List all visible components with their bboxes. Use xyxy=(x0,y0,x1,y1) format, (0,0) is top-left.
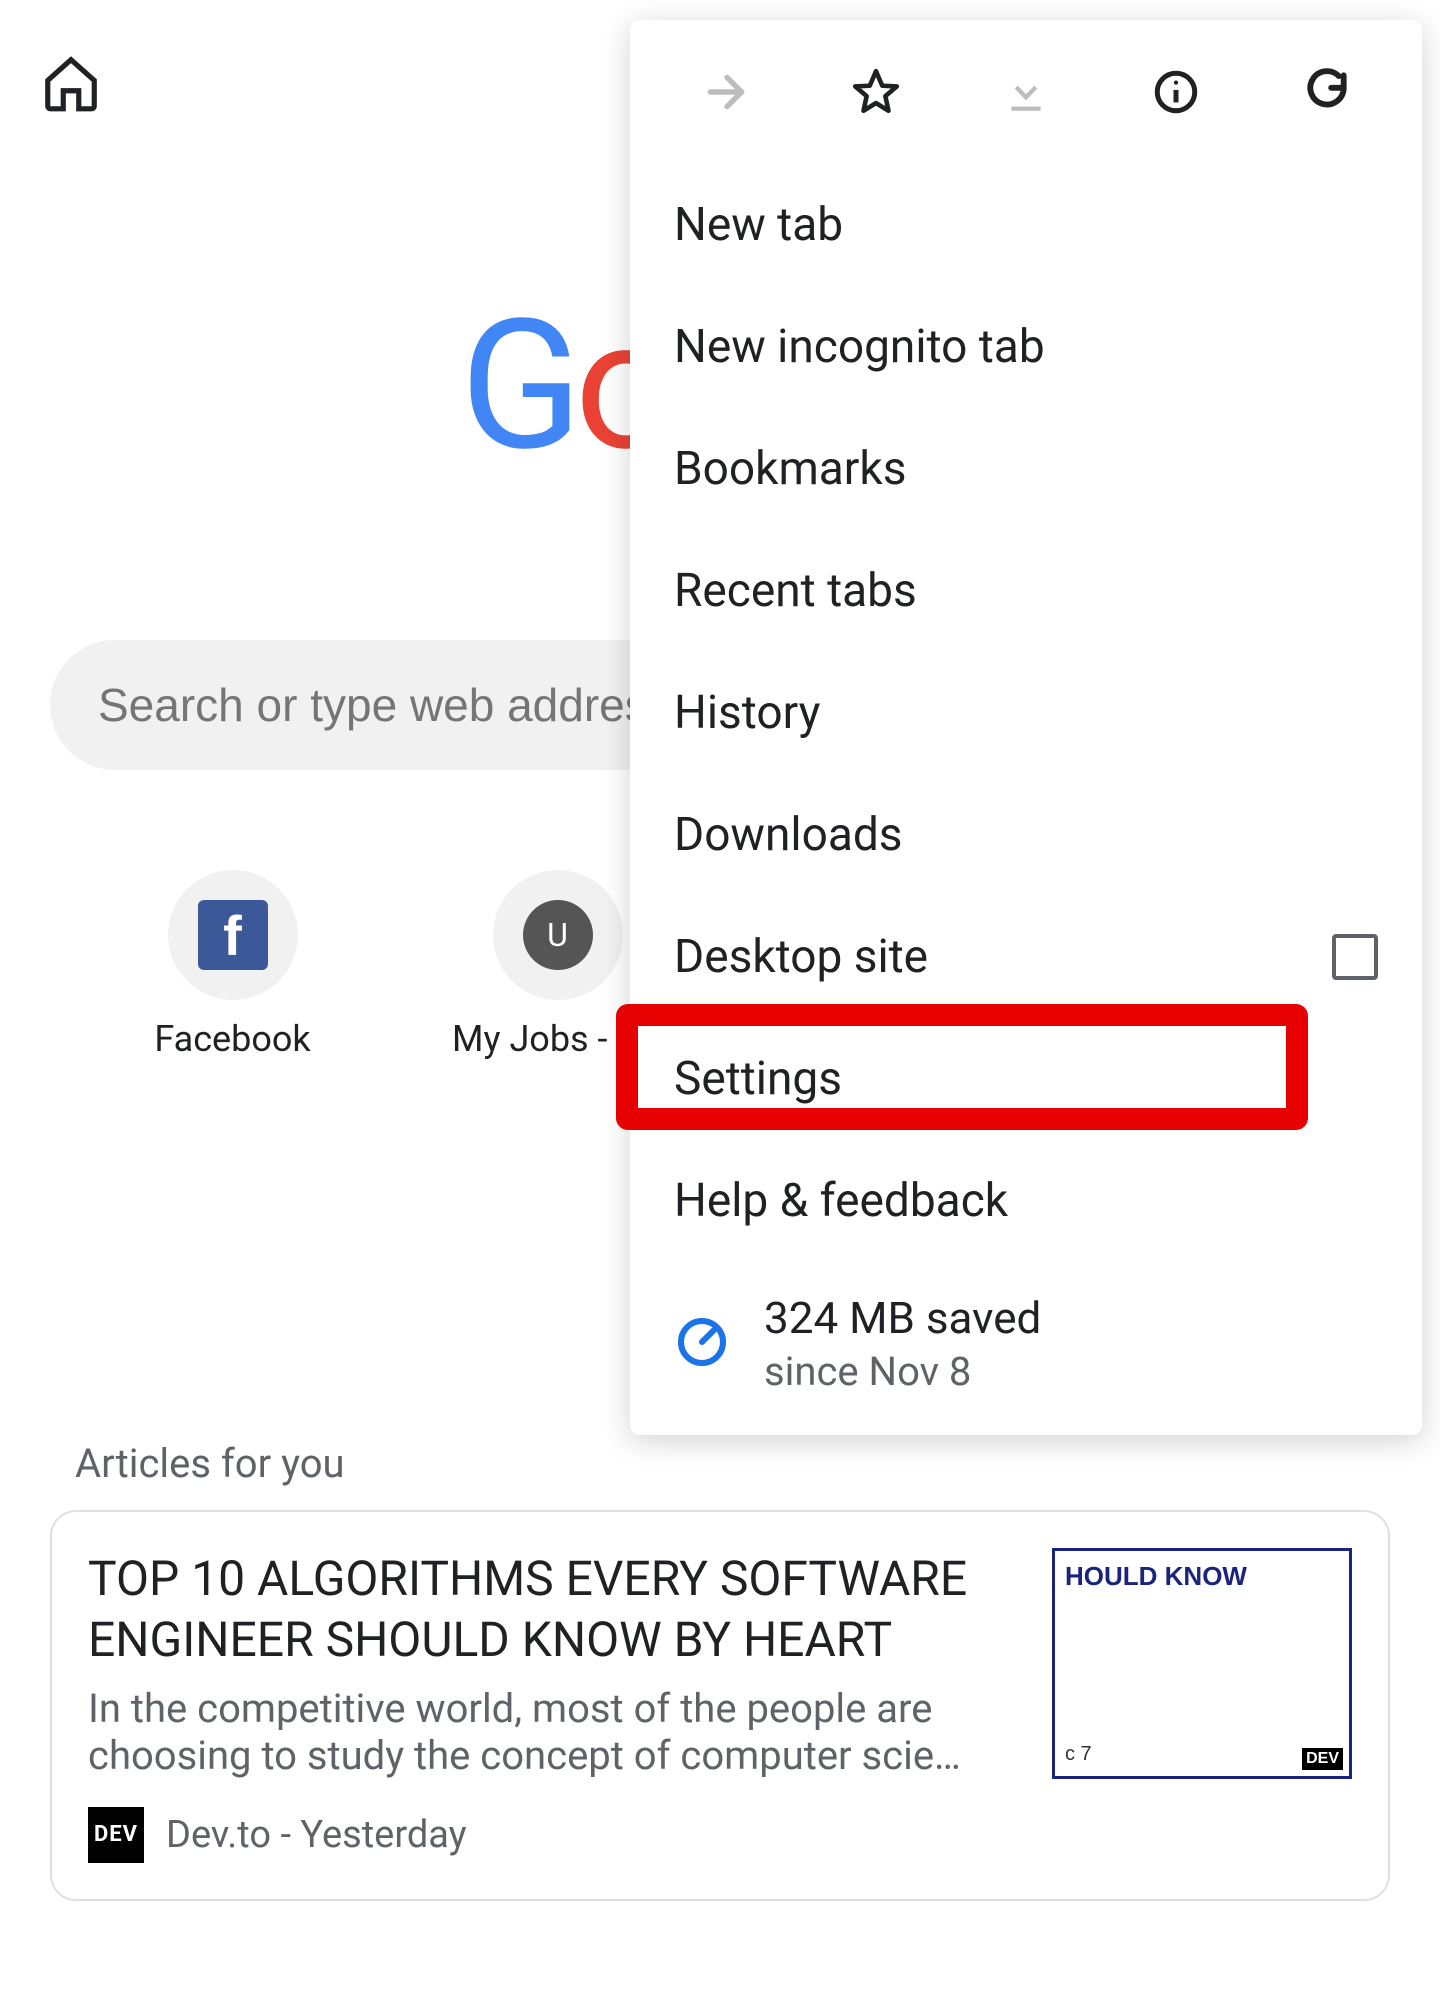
article-title: TOP 10 ALGORITHMS EVERY SOFTWARE ENGINEE… xyxy=(88,1548,1028,1671)
article-source: Dev.to - Yesterday xyxy=(166,1813,467,1857)
menu-settings[interactable]: Settings xyxy=(630,1018,1422,1140)
menu-bookmarks[interactable]: Bookmarks xyxy=(630,408,1422,530)
forward-icon[interactable] xyxy=(695,62,755,122)
site-initial-icon: U xyxy=(523,900,593,970)
menu-downloads[interactable]: Downloads xyxy=(630,774,1422,896)
facebook-icon: f xyxy=(198,900,268,970)
article-thumbnail: HOULD KNOW c 7 DEV xyxy=(1052,1548,1352,1779)
overflow-menu: New tab New incognito tab Bookmarks Rece… xyxy=(630,20,1422,1435)
home-icon[interactable] xyxy=(40,99,102,118)
quicklink-label: Facebook xyxy=(154,1018,310,1060)
source-badge: DEV xyxy=(88,1807,144,1863)
section-title: Articles for you xyxy=(75,1440,345,1487)
menu-new-incognito[interactable]: New incognito tab xyxy=(630,286,1422,408)
menu-new-tab[interactable]: New tab xyxy=(630,164,1422,286)
download-icon[interactable] xyxy=(996,62,1056,122)
data-saved-row[interactable]: 324 MB saved since Nov 8 xyxy=(630,1262,1422,1395)
info-icon[interactable] xyxy=(1146,62,1206,122)
data-saved-amount: 324 MB saved xyxy=(764,1292,1041,1344)
quicklink-facebook[interactable]: f Facebook xyxy=(80,870,385,1060)
menu-help-feedback[interactable]: Help & feedback xyxy=(630,1140,1422,1262)
menu-recent-tabs[interactable]: Recent tabs xyxy=(630,530,1422,652)
data-saved-since: since Nov 8 xyxy=(764,1348,1041,1395)
desktop-site-checkbox[interactable] xyxy=(1332,934,1378,980)
article-card[interactable]: TOP 10 ALGORITHMS EVERY SOFTWARE ENGINEE… xyxy=(50,1510,1390,1901)
star-icon[interactable] xyxy=(846,62,906,122)
menu-desktop-site[interactable]: Desktop site xyxy=(630,896,1422,1018)
menu-history[interactable]: History xyxy=(630,652,1422,774)
reload-icon[interactable] xyxy=(1297,62,1357,122)
article-desc: In the competitive world, most of the pe… xyxy=(88,1685,1028,1779)
data-saver-icon xyxy=(674,1314,730,1374)
